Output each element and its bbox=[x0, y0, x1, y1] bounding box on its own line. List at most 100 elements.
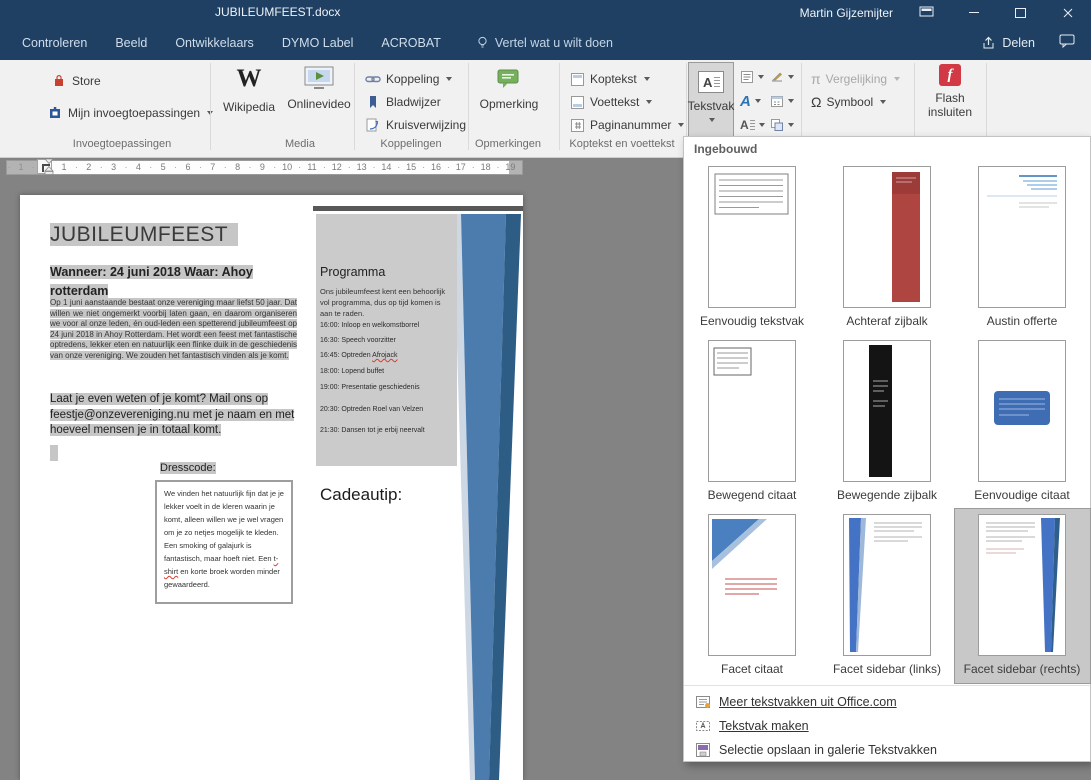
koppeling-button[interactable]: Koppeling bbox=[362, 68, 455, 90]
textbox-style-bewegende-zijbalk[interactable]: Bewegende zijbalk bbox=[820, 335, 955, 509]
my-addins-button[interactable]: Mijn invoegtoepassingen bbox=[44, 102, 216, 124]
opmerking-button[interactable]: Opmerking bbox=[478, 66, 540, 111]
tab-dymo-label[interactable]: DYMO Label bbox=[268, 36, 368, 50]
close-button[interactable] bbox=[1044, 0, 1091, 25]
online-video-icon bbox=[304, 66, 334, 89]
ruler-tick: · bbox=[223, 162, 227, 172]
textbox-style-thumbnail bbox=[708, 514, 796, 656]
tab-beeld[interactable]: Beeld bbox=[101, 36, 161, 50]
menu-tekstvak-maken[interactable]: Tekstvak maken bbox=[684, 714, 1090, 738]
dropdown-arrow-icon bbox=[758, 123, 765, 127]
textbox-style-eenvoudig-tekstvak[interactable]: Eenvoudig tekstvak bbox=[685, 161, 820, 335]
object-icon bbox=[771, 119, 783, 131]
schedule-line: 18:00: Lopend buffet bbox=[320, 368, 385, 375]
wordart-button[interactable]: A bbox=[740, 91, 761, 111]
ruler-tick: · bbox=[198, 162, 202, 172]
vergelijking-button[interactable]: π Vergelijking bbox=[808, 68, 903, 90]
onlinevideo-button[interactable]: Onlinevideo bbox=[286, 66, 352, 111]
programma-intro: Ons jubileumfeest kent een behoorlijk vo… bbox=[320, 287, 446, 318]
paginanummer-button[interactable]: Paginanummer bbox=[567, 114, 687, 136]
textbox-style-thumbnail bbox=[978, 166, 1066, 308]
textbox-style-bewegend-citaat[interactable]: Bewegend citaat bbox=[685, 335, 820, 509]
ruler-number: 9 bbox=[259, 162, 265, 172]
signature-line-button[interactable] bbox=[770, 67, 794, 87]
textbox-style-facet-sidebar-rechts[interactable]: Facet sidebar (rechts) bbox=[953, 508, 1091, 684]
facet-sidebar-textbox[interactable]: Programma Ons jubileumfeest kent een beh… bbox=[313, 206, 523, 780]
textbox-style-facet-citaat[interactable]: Facet citaat bbox=[685, 509, 820, 683]
ruler-number: 14 bbox=[381, 162, 392, 172]
wikipedia-label: Wikipedia bbox=[222, 100, 276, 114]
ruler-tick: · bbox=[347, 162, 351, 172]
equation-icon: π bbox=[811, 71, 821, 87]
page-number-icon bbox=[571, 118, 584, 132]
ruler-number: 6 bbox=[185, 162, 191, 172]
share-button[interactable]: Delen bbox=[981, 36, 1035, 50]
ruler-number: 10 bbox=[282, 162, 293, 172]
ribbon-tab-row: Controleren Beeld Ontwikkelaars DYMO Lab… bbox=[0, 25, 1091, 60]
dresscode-text-end: en korte broek worden minder gewaardeerd… bbox=[164, 567, 280, 589]
dresscode-text: We vinden het natuurlijk fijn dat je je … bbox=[164, 489, 284, 563]
textbox-style-achteraf-zijbalk[interactable]: Achteraf zijbalk bbox=[820, 161, 955, 335]
textbox-style-eenvoudige-citaat[interactable]: Eenvoudige citaat bbox=[955, 335, 1090, 509]
bookmark-icon bbox=[370, 96, 376, 108]
indent-markers[interactable] bbox=[44, 158, 54, 180]
ruler-tick: · bbox=[31, 162, 35, 172]
header-icon bbox=[571, 72, 584, 86]
misspelled-artist: Afrojack bbox=[372, 352, 398, 359]
ruler-tick: · bbox=[372, 162, 376, 172]
comment-bubble-icon bbox=[1059, 34, 1075, 49]
menu-more-textboxes-office[interactable]: Meer tekstvakken uit Office.com bbox=[684, 690, 1090, 714]
schedule-line: 16:30: Speech voorzitter bbox=[320, 337, 396, 344]
dropdown-arrow-icon bbox=[880, 100, 887, 104]
group-separator bbox=[210, 63, 211, 150]
flyer-title: JUBILEUMFEEST bbox=[50, 223, 239, 247]
tab-controleren[interactable]: Controleren bbox=[8, 36, 101, 50]
textbox-gallery: Eenvoudig tekstvak Achteraf zijbalk Aust… bbox=[684, 161, 1091, 684]
dropdown-arrow-icon bbox=[643, 77, 650, 81]
textbox-style-austin-offerte[interactable]: Austin offerte bbox=[955, 161, 1090, 335]
ruler-tick: · bbox=[248, 162, 252, 172]
dropdown-arrow-icon bbox=[754, 99, 761, 103]
comments-button[interactable] bbox=[1059, 34, 1075, 51]
wikipedia-button[interactable]: W Wikipedia bbox=[218, 66, 280, 115]
addins-icon bbox=[50, 107, 60, 118]
quick-parts-button[interactable] bbox=[740, 67, 764, 87]
tell-me-search[interactable]: Vertel wat u wilt doen bbox=[477, 36, 613, 50]
kruisverwijzing-button[interactable]: Kruisverwijzing bbox=[362, 114, 469, 136]
dresscode-textbox[interactable]: We vinden het natuurlijk fijn dat je je … bbox=[155, 480, 293, 604]
textbox-style-facet-sidebar-links[interactable]: Facet sidebar (links) bbox=[820, 509, 955, 683]
dropdown-arrow-icon bbox=[758, 75, 764, 79]
textbox-style-label: Bewegend citaat bbox=[707, 488, 797, 502]
voettekst-button[interactable]: Voettekst bbox=[567, 91, 655, 113]
textbox-style-thumbnail bbox=[978, 514, 1066, 656]
minimize-button[interactable] bbox=[950, 0, 997, 25]
ruler-tick: · bbox=[298, 162, 302, 172]
onlinevideo-label: Onlinevideo bbox=[287, 97, 351, 111]
flash-label-line2: insluiten bbox=[927, 105, 973, 119]
gallery-footer-menu: Meer tekstvakken uit Office.com Tekstvak… bbox=[684, 685, 1090, 762]
dropcap-button[interactable]: A bbox=[740, 115, 765, 135]
dropcap-icon: A bbox=[740, 119, 755, 131]
bladwijzer-button[interactable]: Bladwijzer bbox=[362, 91, 444, 113]
lightbulb-icon bbox=[478, 36, 487, 47]
textbox-gallery-dropdown: Ingebouwd Eenvoudig tekstvak Achteraf zi… bbox=[683, 136, 1091, 762]
programma-heading: Programma bbox=[320, 265, 386, 279]
symbool-button[interactable]: Ω Symbool bbox=[808, 91, 889, 113]
tab-ontwikkelaars[interactable]: Ontwikkelaars bbox=[161, 36, 268, 50]
flash-insluiten-button[interactable]: f Flash insluiten bbox=[920, 64, 980, 119]
store-button[interactable]: Store bbox=[48, 70, 104, 92]
horizontal-ruler[interactable]: 1 1 2 3 4 5 6 7 8 9 10 11 12 13 14 15 16 17 18 19 · · · · · · · · · ·… bbox=[6, 160, 524, 175]
object-button[interactable] bbox=[770, 115, 794, 135]
datetime-button[interactable] bbox=[770, 91, 794, 111]
koptekst-button[interactable]: Koptekst bbox=[567, 68, 653, 90]
document-page[interactable]: JUBILEUMFEEST Wanneer: 24 juni 2018 Waar… bbox=[20, 195, 523, 780]
group-label-opmerkingen: Opmerkingen bbox=[474, 138, 542, 150]
tab-acrobat[interactable]: ACROBAT bbox=[367, 36, 455, 50]
restore-button[interactable] bbox=[997, 0, 1044, 25]
group-separator bbox=[468, 63, 469, 150]
cadeautip-heading: Cadeautip: bbox=[320, 485, 403, 504]
new-comment-icon bbox=[497, 69, 519, 88]
menu-selectie-opslaan-galerie[interactable]: Selectie opslaan in galerie Tekstvakken bbox=[684, 738, 1090, 762]
office-gallery-icon bbox=[696, 696, 710, 708]
ribbon-display-options-button[interactable] bbox=[903, 0, 950, 25]
